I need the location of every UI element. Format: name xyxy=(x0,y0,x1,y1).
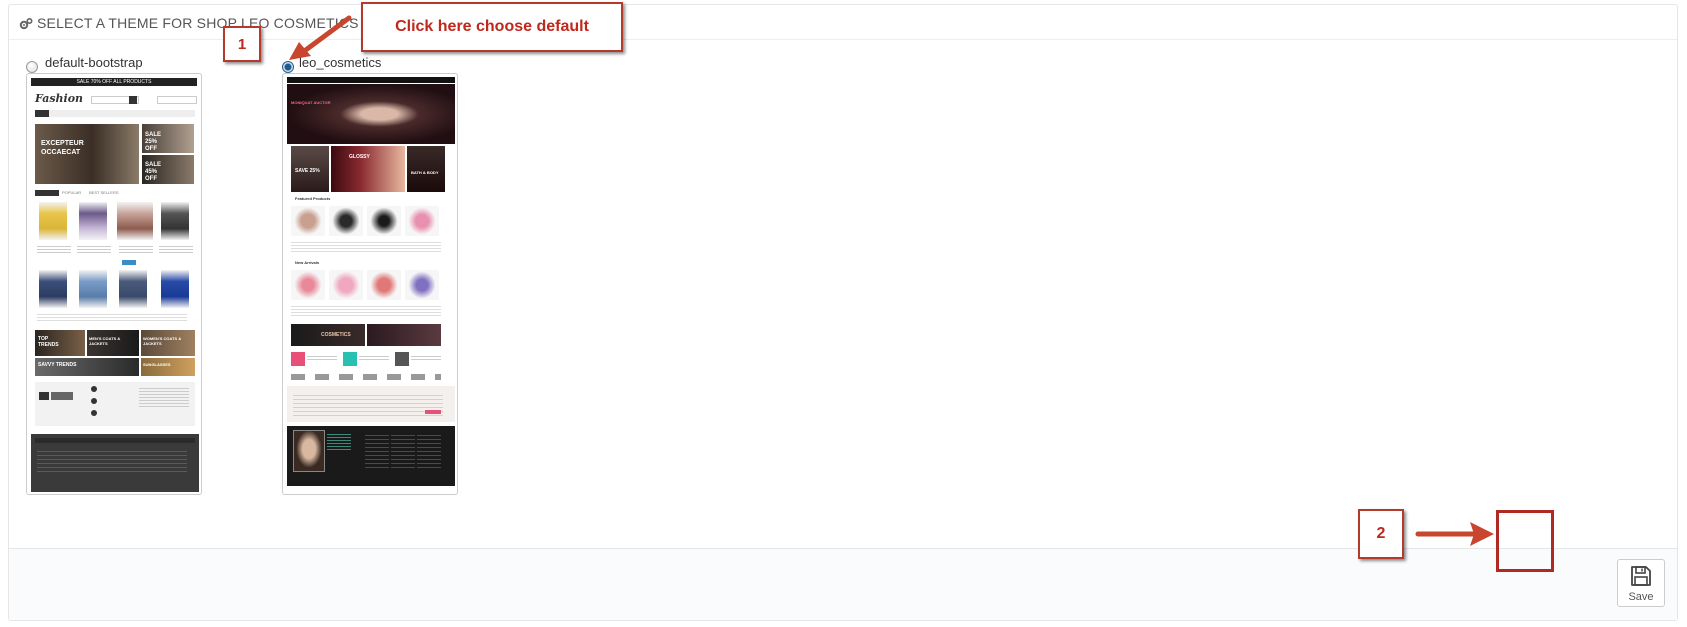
theme-preview-default-bootstrap[interactable]: SALE 70% OFF ALL PRODUCTS Fashion EXCEPT… xyxy=(26,73,202,495)
preview-banner-mens: MEN'S COATS & JACKETS xyxy=(89,336,121,346)
save-label: Save xyxy=(1628,591,1654,603)
preview-banner-glossy: GLOSSY xyxy=(349,154,370,160)
theme-name-default-bootstrap: default-bootstrap xyxy=(45,55,143,70)
preview-banner-savvy: SAVVY TRENDS xyxy=(38,362,77,368)
theme-option-leo-cosmetics[interactable]: leo_cosmetics MONIQUAT AUCTOR SAVE 25% G… xyxy=(281,55,471,495)
preview-tab-popular: POPULAR xyxy=(62,190,82,195)
save-highlight-box xyxy=(1496,510,1554,572)
cogs-icon xyxy=(19,17,33,30)
preview-promo-text: SALE 70% OFF ALL PRODUCTS xyxy=(76,79,152,85)
save-button[interactable]: Save xyxy=(1617,559,1665,607)
theme-preview-leo-cosmetics[interactable]: MONIQUAT AUCTOR SAVE 25% GLOSSY BATH & B… xyxy=(282,73,458,495)
arrow-to-radio-icon xyxy=(289,15,352,60)
panel-footer: Save xyxy=(9,548,1677,620)
callout-step-2: 2 xyxy=(1358,509,1404,559)
preview-side-banner-2: SALE 45% OFF xyxy=(145,162,162,182)
theme-radio-default-bootstrap[interactable] xyxy=(26,61,38,73)
preview-hero-line1: EXCEPTEUR xyxy=(41,140,84,147)
preview-tab-best-sellers: BEST SELLERS xyxy=(89,190,119,195)
callout-step-2-text: 2 xyxy=(1376,525,1386,542)
theme-option-default-bootstrap[interactable]: default-bootstrap SALE 70% OFF ALL PRODU… xyxy=(25,55,215,495)
preview-cosmetics-banner: COSMETICS xyxy=(321,332,351,338)
preview-banner-sunglasses: SUNGLASSES xyxy=(143,362,171,367)
preview-logo: Fashion xyxy=(35,92,84,105)
callout-main-text: Click here choose default xyxy=(395,18,589,35)
preview-section-new: New Arrivals xyxy=(295,260,320,265)
arrow-to-save-icon xyxy=(1415,522,1494,546)
preview-banner-womens: WOMEN'S COATS & JACKETS xyxy=(143,336,182,346)
callout-main: Click here choose default xyxy=(361,2,623,52)
preview-hero-text: MONIQUAT AUCTOR xyxy=(291,100,331,105)
preview-banner-top-trends: TOP TRENDS xyxy=(38,336,59,348)
callout-step-1: 1 xyxy=(223,26,261,62)
preview-section-featured: Featured Products xyxy=(295,196,331,201)
floppy-disk-icon xyxy=(1631,566,1651,586)
callout-step-1-text: 1 xyxy=(237,35,247,53)
preview-banner-save: SAVE 25% xyxy=(295,168,320,174)
preview-side-banner-1: SALE 25% OFF xyxy=(145,132,162,152)
preview-banner-bath: BATH & BODY xyxy=(411,170,439,175)
preview-hero-line2: OCCAECAT xyxy=(41,149,81,156)
